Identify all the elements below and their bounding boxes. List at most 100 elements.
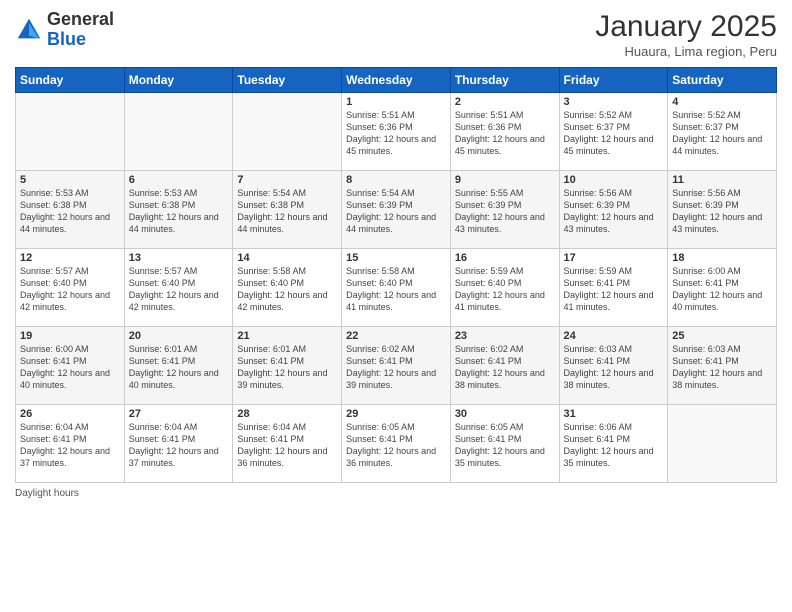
day-number: 8 xyxy=(346,174,446,186)
calendar-cell: 14Sunrise: 5:58 AM Sunset: 6:40 PM Dayli… xyxy=(233,249,342,327)
logo-blue: Blue xyxy=(47,29,86,49)
day-number: 28 xyxy=(237,408,337,420)
week-row-2: 12Sunrise: 5:57 AM Sunset: 6:40 PM Dayli… xyxy=(16,249,777,327)
day-number: 13 xyxy=(129,252,229,264)
cell-details: Sunrise: 5:54 AM Sunset: 6:38 PM Dayligh… xyxy=(237,187,337,236)
header-cell-tuesday: Tuesday xyxy=(233,68,342,93)
calendar-cell: 17Sunrise: 5:59 AM Sunset: 6:41 PM Dayli… xyxy=(559,249,668,327)
header-cell-wednesday: Wednesday xyxy=(342,68,451,93)
day-number: 6 xyxy=(129,174,229,186)
cell-details: Sunrise: 6:06 AM Sunset: 6:41 PM Dayligh… xyxy=(564,421,664,470)
header-cell-thursday: Thursday xyxy=(450,68,559,93)
day-number: 21 xyxy=(237,330,337,342)
day-number: 7 xyxy=(237,174,337,186)
week-row-0: 1Sunrise: 5:51 AM Sunset: 6:36 PM Daylig… xyxy=(16,93,777,171)
day-number: 1 xyxy=(346,96,446,108)
day-number: 10 xyxy=(564,174,664,186)
cell-details: Sunrise: 6:02 AM Sunset: 6:41 PM Dayligh… xyxy=(346,343,446,392)
cell-details: Sunrise: 5:54 AM Sunset: 6:39 PM Dayligh… xyxy=(346,187,446,236)
calendar-cell xyxy=(668,405,777,483)
cell-details: Sunrise: 5:55 AM Sunset: 6:39 PM Dayligh… xyxy=(455,187,555,236)
calendar-cell: 10Sunrise: 5:56 AM Sunset: 6:39 PM Dayli… xyxy=(559,171,668,249)
cell-details: Sunrise: 6:01 AM Sunset: 6:41 PM Dayligh… xyxy=(129,343,229,392)
day-number: 12 xyxy=(20,252,120,264)
cell-details: Sunrise: 6:05 AM Sunset: 6:41 PM Dayligh… xyxy=(455,421,555,470)
day-number: 14 xyxy=(237,252,337,264)
footer: Daylight hours xyxy=(15,488,777,499)
calendar-cell: 27Sunrise: 6:04 AM Sunset: 6:41 PM Dayli… xyxy=(124,405,233,483)
calendar-cell xyxy=(233,93,342,171)
cell-details: Sunrise: 5:57 AM Sunset: 6:40 PM Dayligh… xyxy=(129,265,229,314)
cell-details: Sunrise: 5:58 AM Sunset: 6:40 PM Dayligh… xyxy=(237,265,337,314)
calendar-cell: 23Sunrise: 6:02 AM Sunset: 6:41 PM Dayli… xyxy=(450,327,559,405)
cell-details: Sunrise: 5:51 AM Sunset: 6:36 PM Dayligh… xyxy=(346,109,446,158)
day-number: 24 xyxy=(564,330,664,342)
page: General Blue January 2025 Huaura, Lima r… xyxy=(0,0,792,612)
calendar-cell: 22Sunrise: 6:02 AM Sunset: 6:41 PM Dayli… xyxy=(342,327,451,405)
header-cell-sunday: Sunday xyxy=(16,68,125,93)
calendar-cell: 4Sunrise: 5:52 AM Sunset: 6:37 PM Daylig… xyxy=(668,93,777,171)
calendar-cell: 18Sunrise: 6:00 AM Sunset: 6:41 PM Dayli… xyxy=(668,249,777,327)
calendar-cell: 6Sunrise: 5:53 AM Sunset: 6:38 PM Daylig… xyxy=(124,171,233,249)
calendar-cell: 7Sunrise: 5:54 AM Sunset: 6:38 PM Daylig… xyxy=(233,171,342,249)
calendar-subtitle: Huaura, Lima region, Peru xyxy=(595,44,777,59)
cell-details: Sunrise: 6:05 AM Sunset: 6:41 PM Dayligh… xyxy=(346,421,446,470)
day-number: 17 xyxy=(564,252,664,264)
cell-details: Sunrise: 5:59 AM Sunset: 6:40 PM Dayligh… xyxy=(455,265,555,314)
header: General Blue January 2025 Huaura, Lima r… xyxy=(15,10,777,59)
logo-text: General Blue xyxy=(47,10,114,50)
cell-details: Sunrise: 5:56 AM Sunset: 6:39 PM Dayligh… xyxy=(564,187,664,236)
calendar-title: January 2025 xyxy=(595,10,777,44)
day-number: 16 xyxy=(455,252,555,264)
header-cell-friday: Friday xyxy=(559,68,668,93)
calendar-cell: 25Sunrise: 6:03 AM Sunset: 6:41 PM Dayli… xyxy=(668,327,777,405)
day-number: 23 xyxy=(455,330,555,342)
day-number: 18 xyxy=(672,252,772,264)
cell-details: Sunrise: 5:52 AM Sunset: 6:37 PM Dayligh… xyxy=(672,109,772,158)
calendar-cell: 29Sunrise: 6:05 AM Sunset: 6:41 PM Dayli… xyxy=(342,405,451,483)
calendar-cell: 20Sunrise: 6:01 AM Sunset: 6:41 PM Dayli… xyxy=(124,327,233,405)
cell-details: Sunrise: 5:53 AM Sunset: 6:38 PM Dayligh… xyxy=(20,187,120,236)
calendar-cell: 24Sunrise: 6:03 AM Sunset: 6:41 PM Dayli… xyxy=(559,327,668,405)
cell-details: Sunrise: 5:52 AM Sunset: 6:37 PM Dayligh… xyxy=(564,109,664,158)
day-number: 3 xyxy=(564,96,664,108)
calendar-cell: 8Sunrise: 5:54 AM Sunset: 6:39 PM Daylig… xyxy=(342,171,451,249)
day-number: 22 xyxy=(346,330,446,342)
calendar-cell: 2Sunrise: 5:51 AM Sunset: 6:36 PM Daylig… xyxy=(450,93,559,171)
day-number: 25 xyxy=(672,330,772,342)
cell-details: Sunrise: 6:04 AM Sunset: 6:41 PM Dayligh… xyxy=(20,421,120,470)
day-number: 26 xyxy=(20,408,120,420)
calendar-cell: 30Sunrise: 6:05 AM Sunset: 6:41 PM Dayli… xyxy=(450,405,559,483)
calendar-cell: 21Sunrise: 6:01 AM Sunset: 6:41 PM Dayli… xyxy=(233,327,342,405)
calendar-cell: 12Sunrise: 5:57 AM Sunset: 6:40 PM Dayli… xyxy=(16,249,125,327)
calendar-cell: 5Sunrise: 5:53 AM Sunset: 6:38 PM Daylig… xyxy=(16,171,125,249)
cell-details: Sunrise: 5:59 AM Sunset: 6:41 PM Dayligh… xyxy=(564,265,664,314)
logo: General Blue xyxy=(15,10,114,50)
cell-details: Sunrise: 5:58 AM Sunset: 6:40 PM Dayligh… xyxy=(346,265,446,314)
calendar-cell: 3Sunrise: 5:52 AM Sunset: 6:37 PM Daylig… xyxy=(559,93,668,171)
day-number: 2 xyxy=(455,96,555,108)
header-row: SundayMondayTuesdayWednesdayThursdayFrid… xyxy=(16,68,777,93)
cell-details: Sunrise: 6:04 AM Sunset: 6:41 PM Dayligh… xyxy=(237,421,337,470)
day-number: 4 xyxy=(672,96,772,108)
daylight-label: Daylight hours xyxy=(15,488,79,499)
calendar-cell: 31Sunrise: 6:06 AM Sunset: 6:41 PM Dayli… xyxy=(559,405,668,483)
calendar-cell: 26Sunrise: 6:04 AM Sunset: 6:41 PM Dayli… xyxy=(16,405,125,483)
day-number: 11 xyxy=(672,174,772,186)
calendar-cell: 15Sunrise: 5:58 AM Sunset: 6:40 PM Dayli… xyxy=(342,249,451,327)
day-number: 27 xyxy=(129,408,229,420)
day-number: 29 xyxy=(346,408,446,420)
day-number: 30 xyxy=(455,408,555,420)
calendar-cell: 19Sunrise: 6:00 AM Sunset: 6:41 PM Dayli… xyxy=(16,327,125,405)
week-row-3: 19Sunrise: 6:00 AM Sunset: 6:41 PM Dayli… xyxy=(16,327,777,405)
cell-details: Sunrise: 5:57 AM Sunset: 6:40 PM Dayligh… xyxy=(20,265,120,314)
calendar-table: SundayMondayTuesdayWednesdayThursdayFrid… xyxy=(15,67,777,483)
header-cell-saturday: Saturday xyxy=(668,68,777,93)
calendar-cell: 9Sunrise: 5:55 AM Sunset: 6:39 PM Daylig… xyxy=(450,171,559,249)
day-number: 5 xyxy=(20,174,120,186)
cell-details: Sunrise: 6:03 AM Sunset: 6:41 PM Dayligh… xyxy=(564,343,664,392)
calendar-cell: 13Sunrise: 5:57 AM Sunset: 6:40 PM Dayli… xyxy=(124,249,233,327)
logo-general: General xyxy=(47,9,114,29)
day-number: 31 xyxy=(564,408,664,420)
cell-details: Sunrise: 6:00 AM Sunset: 6:41 PM Dayligh… xyxy=(672,265,772,314)
